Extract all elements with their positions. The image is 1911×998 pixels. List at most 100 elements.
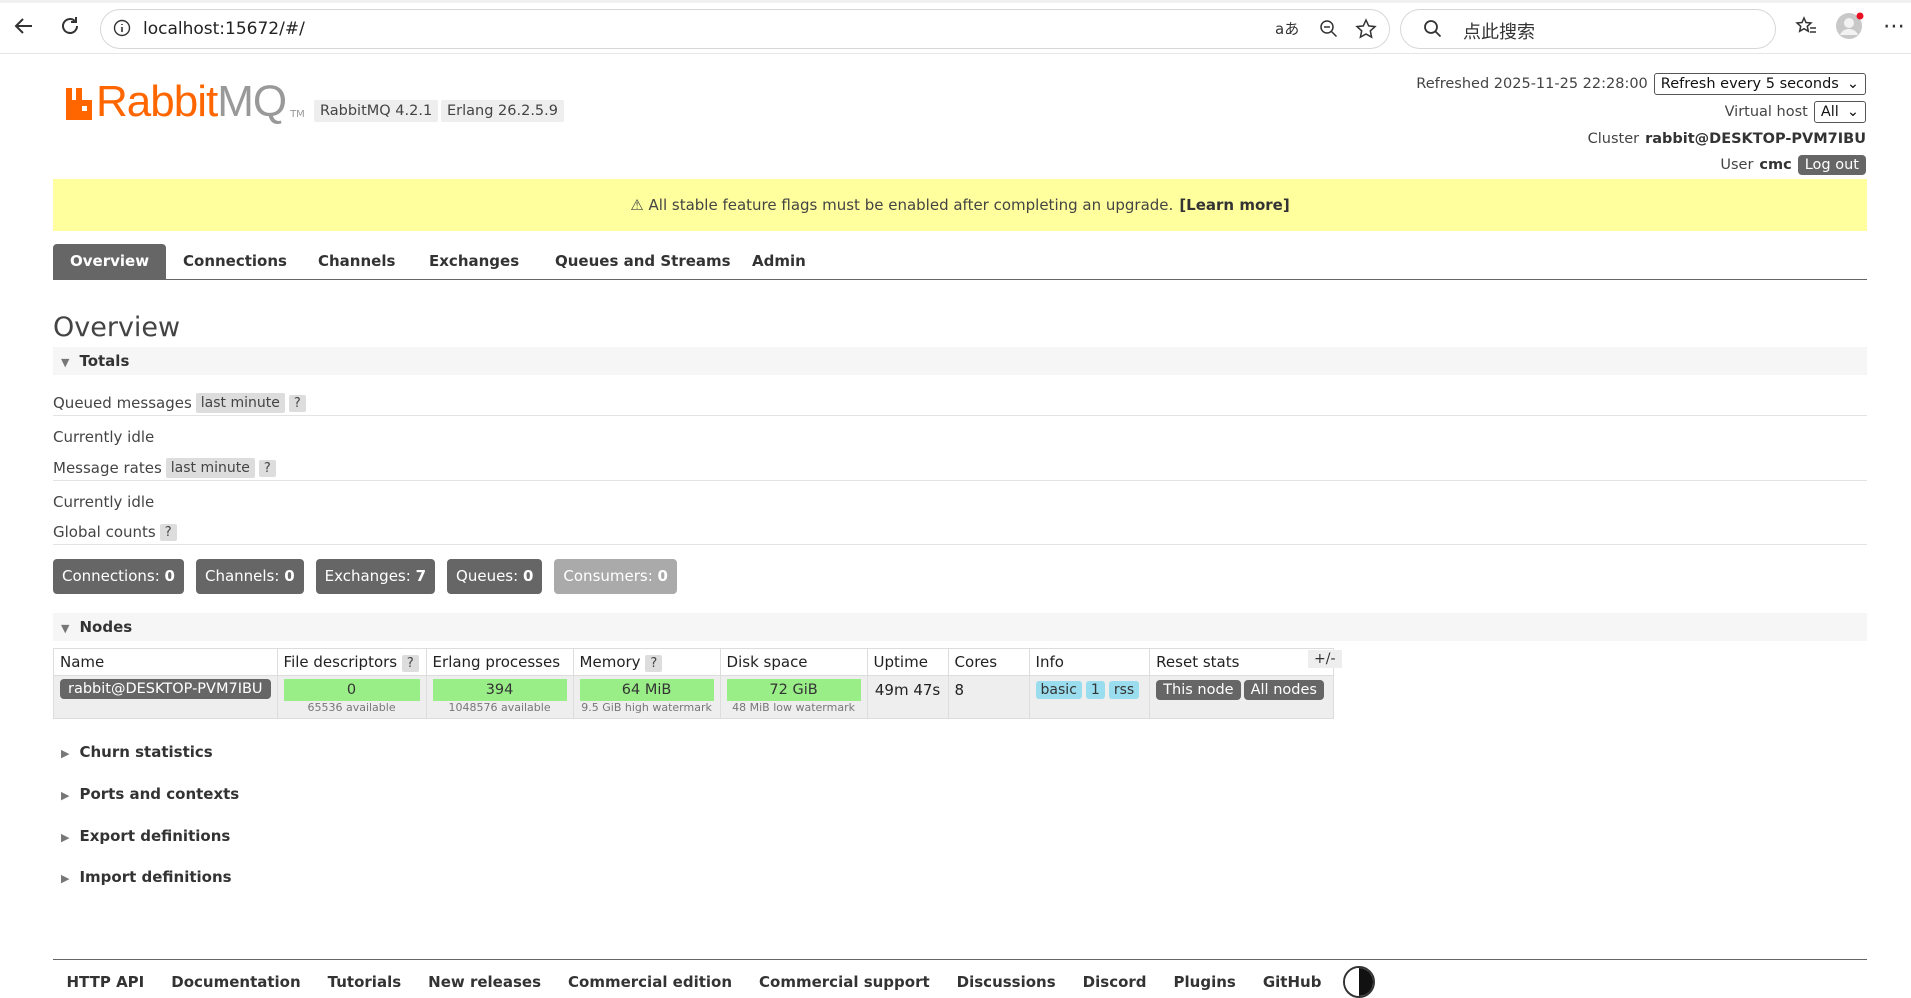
page-title: Overview: [53, 312, 181, 343]
more-menu-icon[interactable]: ⋯: [1878, 10, 1910, 42]
global-counts-row: Global counts ?: [53, 523, 177, 541]
browser-search-box[interactable]: 点此搜索: [1400, 9, 1776, 49]
footer-link-discussions[interactable]: Discussions: [943, 969, 1069, 995]
triangle-right-icon: ▶: [61, 831, 70, 844]
fd-help-button[interactable]: ?: [401, 655, 419, 672]
totals-section-header[interactable]: ▼ Totals: [53, 347, 1867, 375]
fd-available: 65536 available: [307, 701, 396, 714]
profile-avatar-icon[interactable]: [1833, 10, 1865, 42]
count-label: Consumers:: [563, 567, 653, 585]
column-cores: Cores: [947, 648, 1030, 676]
memory-help-button[interactable]: ?: [645, 655, 663, 672]
header-status: Refreshed 2025-11-25 22:28:00 Refresh ev…: [1416, 70, 1866, 178]
star-icon[interactable]: [1355, 18, 1377, 44]
footer-link-commercial-support[interactable]: Commercial support: [746, 969, 944, 995]
exchanges-count-button[interactable]: Exchanges: 7: [315, 559, 436, 594]
footer-link-tutorials[interactable]: Tutorials: [314, 969, 414, 995]
fd-bar: 0: [283, 679, 420, 701]
fd-cell: 0 65536 available: [276, 675, 427, 719]
memory-cell: 64 MiB 9.5 GiB high watermark: [572, 675, 721, 719]
footer-link-new-releases[interactable]: New releases: [415, 969, 555, 995]
erlang-version-badge: Erlang 26.2.5.9: [441, 100, 564, 122]
divider: [53, 544, 1867, 545]
nodes-table: Name File descriptors ? Erlang processes…: [53, 648, 1334, 719]
column-label: File descriptors: [283, 653, 398, 671]
tab-admin[interactable]: Admin: [735, 244, 823, 279]
node-name-link[interactable]: rabbit@DESKTOP-PVM7IBU: [60, 679, 271, 699]
column-info: Info: [1028, 648, 1151, 676]
tab-queues-and-streams[interactable]: Queues and Streams: [538, 244, 748, 279]
rates-help-button[interactable]: ?: [258, 459, 276, 477]
zoom-out-icon[interactable]: [1319, 19, 1339, 43]
columns-toggle-button[interactable]: +/-: [1308, 650, 1342, 668]
chevron-down-icon: ⌄: [1846, 104, 1859, 120]
churn-statistics-section[interactable]: ▶ Churn statistics: [53, 743, 213, 761]
queued-range-pill[interactable]: last minute: [195, 393, 285, 413]
translate-icon[interactable]: aあ: [1275, 18, 1299, 39]
count-label: Channels:: [204, 567, 280, 585]
footer-link-http-api[interactable]: HTTP API: [53, 969, 158, 995]
back-arrow-icon[interactable]: [8, 10, 40, 42]
section-title: Churn statistics: [79, 743, 213, 761]
queued-help-button[interactable]: ?: [288, 394, 306, 412]
triangle-right-icon: ▶: [61, 789, 70, 802]
queued-status: Currently idle: [53, 428, 155, 446]
address-bar[interactable]: localhost:15672/#/ aあ: [100, 9, 1390, 49]
column-file-descriptors: File descriptors ?: [276, 648, 427, 676]
search-placeholder: 点此搜索: [1463, 22, 1535, 43]
tab-exchanges[interactable]: Exchanges: [412, 244, 536, 279]
refresh-interval-value: Refresh every 5 seconds: [1660, 76, 1839, 92]
import-definitions-section[interactable]: ▶ Import definitions: [53, 868, 232, 886]
refresh-interval-select[interactable]: Refresh every 5 seconds ⌄: [1653, 73, 1866, 95]
queued-messages-label: Queued messages: [53, 394, 192, 412]
column-memory: Memory ?: [572, 648, 721, 676]
disk-cell: 72 GiB 48 MiB low watermark: [719, 675, 868, 719]
count-value: 0: [657, 567, 668, 585]
info-tag: 1: [1085, 681, 1105, 699]
logo-word-rabbit: Rabbit: [96, 77, 218, 126]
tab-connections[interactable]: Connections: [166, 244, 304, 279]
tab-overview[interactable]: Overview: [53, 244, 167, 279]
disk-bar: 72 GiB: [726, 679, 861, 701]
export-definitions-section[interactable]: ▶ Export definitions: [53, 827, 230, 845]
footer-link-commercial-edition[interactable]: Commercial edition: [555, 969, 746, 995]
rabbitmq-logo: Rabbit MQ TM: [64, 77, 305, 126]
queues-count-button[interactable]: Queues: 0: [447, 559, 543, 594]
memory-bar: 64 MiB: [579, 679, 714, 701]
reset-all-nodes-button[interactable]: All nodes: [1243, 680, 1324, 700]
logout-button[interactable]: Log out: [1797, 155, 1866, 175]
count-value: 7: [415, 567, 427, 585]
global-counts-help-button[interactable]: ?: [159, 523, 177, 541]
footer-link-documentation[interactable]: Documentation: [158, 969, 314, 995]
disk-watermark: 48 MiB low watermark: [732, 701, 855, 714]
browser-toolbar: localhost:15672/#/ aあ 点此搜索 ⋯: [0, 0, 1911, 54]
count-value: 0: [522, 567, 534, 585]
node-name-cell: rabbit@DESKTOP-PVM7IBU: [53, 675, 278, 719]
info-icon[interactable]: [113, 19, 131, 41]
theme-contrast-icon[interactable]: [1342, 966, 1375, 998]
favorites-icon[interactable]: [1790, 10, 1822, 42]
totals-title: Totals: [79, 352, 130, 370]
footer-divider: [53, 959, 1867, 960]
rates-range-pill[interactable]: last minute: [165, 458, 255, 478]
tab-channels[interactable]: Channels: [301, 244, 412, 279]
ports-and-contexts-section[interactable]: ▶ Ports and contexts: [53, 785, 239, 803]
section-title: Import definitions: [79, 868, 232, 886]
virtual-host-select[interactable]: All ⌄: [1813, 101, 1866, 123]
url-text[interactable]: localhost:15672/#/: [143, 19, 305, 39]
info-cell: basic 1 rss: [1028, 675, 1151, 719]
global-counts: Connections: 0 Channels: 0 Exchanges: 7 …: [53, 559, 677, 594]
column-label: Memory: [579, 653, 641, 671]
reload-icon[interactable]: [54, 10, 86, 42]
footer-link-plugins[interactable]: Plugins: [1160, 969, 1249, 995]
upgrade-banner: ⚠ All stable feature flags must be enabl…: [53, 179, 1867, 231]
user-name: cmc: [1759, 157, 1792, 173]
column-erlang-processes: Erlang processes: [425, 648, 574, 676]
channels-count-button[interactable]: Channels: 0: [195, 559, 304, 594]
footer-link-discord[interactable]: Discord: [1069, 969, 1160, 995]
reset-this-node-button[interactable]: This node: [1156, 680, 1241, 700]
nodes-section-header[interactable]: ▼ Nodes: [53, 613, 1867, 641]
connections-count-button[interactable]: Connections: 0: [53, 559, 184, 594]
footer-link-github[interactable]: GitHub: [1249, 969, 1335, 995]
learn-more-link[interactable]: [Learn more]: [1179, 196, 1289, 214]
